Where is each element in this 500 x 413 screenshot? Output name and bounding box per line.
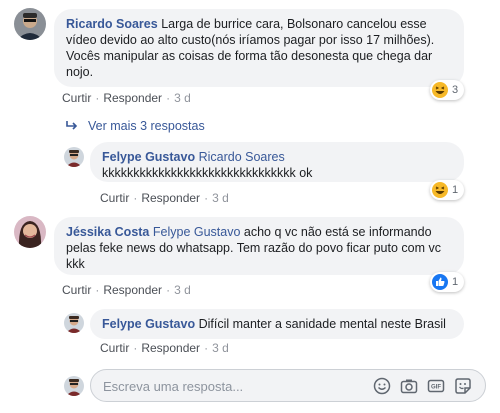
like-link[interactable]: Curtir bbox=[100, 341, 129, 355]
reply-author[interactable]: Felype Gustavo bbox=[102, 317, 195, 331]
reply-text: kkkkkkkkkkkkkkkkkkkkkkkkkkkkkkk ok bbox=[102, 166, 313, 180]
reply-arrow-icon bbox=[66, 119, 78, 133]
comment-actions: Curtir · Responder · 3 d bbox=[62, 91, 191, 105]
reaction-summary[interactable]: 1 bbox=[430, 180, 464, 200]
reply-input[interactable] bbox=[103, 376, 353, 396]
gif-icon[interactable]: GIF bbox=[427, 377, 445, 395]
avatar[interactable] bbox=[14, 216, 46, 248]
like-link[interactable]: Curtir bbox=[62, 91, 91, 105]
comment-bubble: Ricardo Soares Larga de burrice cara, Bo… bbox=[54, 9, 464, 87]
sticker-icon[interactable] bbox=[454, 377, 472, 395]
reply-link[interactable]: Responder bbox=[141, 341, 200, 355]
camera-icon[interactable] bbox=[400, 377, 418, 395]
like-icon bbox=[432, 274, 448, 290]
reaction-count: 1 bbox=[452, 276, 459, 288]
emoji-icon[interactable] bbox=[373, 377, 391, 395]
reply-text: Difícil manter a sanidade mental neste B… bbox=[198, 317, 446, 331]
reply-actions: Curtir · Responder · 3 d bbox=[100, 191, 229, 205]
reply-link[interactable]: Responder bbox=[141, 191, 200, 205]
reaction-count: 1 bbox=[452, 184, 459, 196]
avatar[interactable] bbox=[64, 147, 84, 167]
reaction-count: 3 bbox=[452, 84, 459, 96]
reply-bubble: Felype Gustavo Difícil manter a sanidade… bbox=[90, 309, 464, 339]
reaction-summary[interactable]: 1 bbox=[430, 272, 464, 292]
reply-composer: GIF bbox=[90, 369, 486, 402]
more-replies-link[interactable]: Ver mais 3 respostas bbox=[66, 119, 205, 133]
comment-mention[interactable]: Felype Gustavo bbox=[153, 225, 241, 239]
reply-link[interactable]: Responder bbox=[103, 283, 162, 297]
reply-timestamp[interactable]: 3 d bbox=[212, 191, 229, 205]
reply-mention[interactable]: Ricardo Soares bbox=[199, 150, 285, 164]
reply-link[interactable]: Responder bbox=[103, 91, 162, 105]
svg-text:GIF: GIF bbox=[431, 385, 441, 391]
comment-author[interactable]: Ricardo Soares bbox=[66, 17, 158, 31]
haha-icon bbox=[432, 82, 448, 98]
reply-timestamp[interactable]: 3 d bbox=[212, 341, 229, 355]
more-replies-label: Ver mais 3 respostas bbox=[88, 119, 205, 133]
comment-timestamp[interactable]: 3 d bbox=[174, 91, 191, 105]
reply-bubble: Felype Gustavo Ricardo Soares kkkkkkkkkk… bbox=[90, 142, 464, 182]
reply-author[interactable]: Felype Gustavo bbox=[102, 150, 195, 164]
avatar[interactable] bbox=[64, 376, 84, 396]
comment-timestamp[interactable]: 3 d bbox=[174, 283, 191, 297]
reply-actions: Curtir · Responder · 3 d bbox=[100, 341, 229, 355]
like-link[interactable]: Curtir bbox=[62, 283, 91, 297]
comment-actions: Curtir · Responder · 3 d bbox=[62, 283, 191, 297]
haha-icon bbox=[432, 182, 448, 198]
comment-bubble: Jéssika Costa Felype Gustavo acho q vc n… bbox=[54, 217, 464, 275]
like-link[interactable]: Curtir bbox=[100, 191, 129, 205]
avatar[interactable] bbox=[64, 313, 84, 333]
avatar[interactable] bbox=[14, 8, 46, 40]
reaction-summary[interactable]: 3 bbox=[430, 80, 464, 100]
comment-author[interactable]: Jéssika Costa bbox=[66, 225, 149, 239]
